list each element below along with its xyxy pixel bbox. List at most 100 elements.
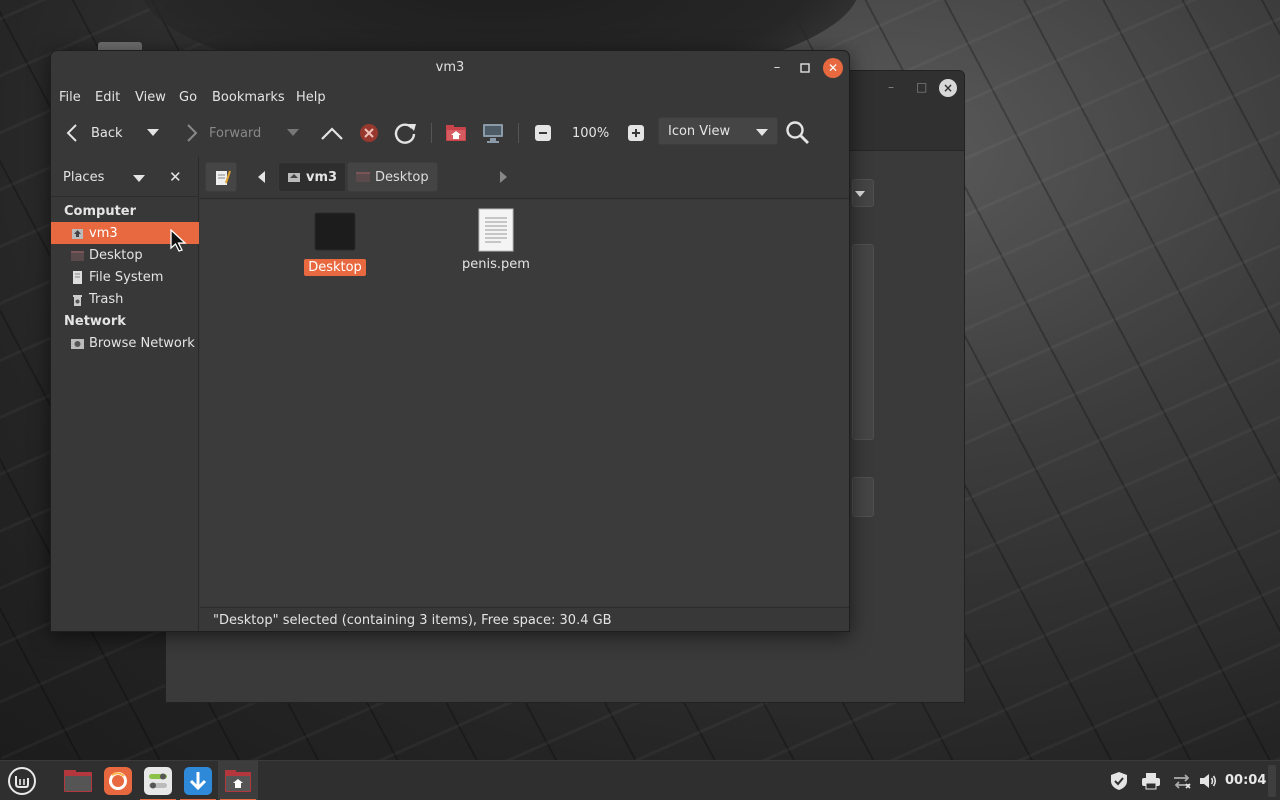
search-icon [786, 121, 809, 144]
reload-icon [394, 123, 416, 144]
stop-icon [360, 124, 378, 142]
up-arrow-icon [321, 127, 343, 140]
file-name: Desktop [304, 259, 366, 276]
window-title: vm3 [435, 60, 465, 75]
mouse-cursor-icon [170, 228, 188, 257]
breadcrumb-vm3[interactable]: vm3 [278, 162, 347, 192]
chevron-down-icon [287, 129, 299, 136]
back-arrow-icon [66, 124, 77, 142]
sidebar-item-label: vm3 [89, 225, 118, 241]
sidebar-section-computer: Computer [64, 204, 137, 219]
file-item-pem[interactable]: penis.pem [451, 208, 541, 273]
bg-close-icon[interactable]: × [939, 79, 957, 97]
sidebar-item-trash[interactable]: Trash [51, 288, 199, 310]
bg-field[interactable] [852, 477, 874, 517]
bg-panel [852, 244, 874, 440]
taskbar-firefox-launcher[interactable] [98, 761, 138, 800]
menubar: File Edit View Go Bookmarks Help [51, 85, 849, 111]
reload-button[interactable] [392, 113, 418, 153]
chevron-down-icon [756, 129, 768, 136]
folder-icon [314, 212, 356, 251]
mint-menu-icon [8, 767, 36, 795]
menu-edit[interactable]: Edit [95, 90, 120, 105]
mint-menu-button[interactable] [2, 761, 42, 800]
volume-icon[interactable] [1198, 771, 1218, 795]
taskbar-settings-launcher[interactable] [138, 761, 178, 800]
bg-dropdown[interactable] [852, 179, 874, 207]
status-bar: "Desktop" selected (containing 3 items),… [200, 607, 849, 631]
menu-view[interactable]: View [135, 90, 166, 105]
taskbar-update-manager-launcher[interactable] [178, 761, 218, 800]
close-sidebar-icon[interactable]: ✕ [169, 168, 182, 186]
toolbar-separator [431, 123, 432, 143]
search-button[interactable] [785, 113, 811, 153]
sidebar-section-network: Network [64, 314, 126, 329]
titlebar[interactable]: vm3 – ✕ [51, 51, 849, 85]
update-manager-icon [184, 767, 212, 795]
home-icon [71, 227, 84, 240]
back-button[interactable]: Back [63, 113, 123, 153]
zoom-level-text: 100% [572, 125, 610, 141]
menu-help[interactable]: Help [296, 90, 326, 105]
places-selector-label[interactable]: Places [63, 170, 104, 185]
computer-icon [483, 124, 503, 143]
sidebar-item-filesystem[interactable]: File System [51, 266, 199, 288]
zoom-in-button[interactable] [628, 113, 644, 153]
zoom-out-button[interactable] [535, 113, 551, 153]
back-label: Back [91, 125, 123, 141]
toggle-location-entry-button[interactable] [205, 162, 237, 192]
sidebar-item-browse-network[interactable]: Browse Network [51, 332, 199, 354]
stop-button[interactable] [358, 113, 380, 153]
maximize-icon[interactable] [795, 58, 815, 78]
menu-file[interactable]: File [59, 90, 81, 105]
minimize-icon[interactable]: – [767, 58, 787, 78]
file-view[interactable]: Desktop penis.pem [200, 200, 849, 606]
breadcrumb-label: Desktop [375, 169, 429, 185]
printer-icon[interactable] [1141, 771, 1161, 795]
taskbar-file-manager-window[interactable] [218, 761, 258, 800]
sidebar-item-label: Desktop [89, 247, 143, 263]
path-left-arrow-icon[interactable] [258, 171, 265, 183]
desktop-folder-icon [356, 172, 370, 182]
bg-minimize-icon[interactable]: – [888, 80, 894, 94]
forward-label: Forward [209, 125, 262, 141]
file-manager-window[interactable]: vm3 – ✕ File Edit View Go Bookmarks Help… [50, 50, 850, 632]
location-bar: vm3 Desktop [200, 157, 849, 199]
file-manager-window-icon [225, 770, 251, 792]
menu-bookmarks[interactable]: Bookmarks [212, 90, 285, 105]
shield-icon[interactable] [1109, 771, 1129, 795]
show-desktop-button[interactable] [1268, 765, 1276, 797]
forward-arrow-icon [187, 124, 198, 142]
file-manager-icon [64, 770, 92, 792]
forward-history-dropdown[interactable] [286, 113, 300, 153]
taskbar-file-manager-launcher[interactable] [58, 761, 98, 800]
network-disconnected-icon[interactable] [1172, 771, 1192, 795]
view-mode-select[interactable]: Icon View [658, 117, 778, 145]
edit-path-icon [216, 170, 231, 185]
forward-button[interactable]: Forward [183, 113, 261, 153]
back-history-dropdown[interactable] [146, 113, 160, 153]
computer-button[interactable] [481, 113, 505, 153]
breadcrumb-label: vm3 [306, 169, 338, 185]
bg-maximize-icon[interactable]: □ [916, 80, 927, 94]
chevron-down-icon[interactable] [133, 175, 145, 182]
settings-icon [144, 767, 172, 795]
desktop-folder-icon [71, 249, 84, 262]
network-icon [71, 337, 84, 350]
firefox-icon [104, 767, 132, 795]
breadcrumb-desktop[interactable]: Desktop [347, 162, 438, 192]
taskbar: 00:04 [0, 760, 1280, 800]
sidebar-item-label: Browse Network [89, 335, 195, 351]
places-header: Places ✕ [51, 157, 199, 197]
close-icon[interactable]: ✕ [823, 58, 843, 78]
chevron-down-icon [147, 129, 159, 136]
zoom-level: 100% [572, 113, 609, 153]
home-button[interactable] [444, 113, 468, 153]
clock[interactable]: 00:04 [1225, 773, 1266, 788]
file-name: penis.pem [462, 257, 530, 272]
menu-go[interactable]: Go [179, 90, 197, 105]
up-button[interactable] [320, 113, 344, 153]
path-right-arrow-icon[interactable] [500, 171, 507, 183]
file-item-desktop[interactable]: Desktop [290, 211, 380, 276]
toolbar: Back Forward 100% Icon View [51, 113, 849, 153]
